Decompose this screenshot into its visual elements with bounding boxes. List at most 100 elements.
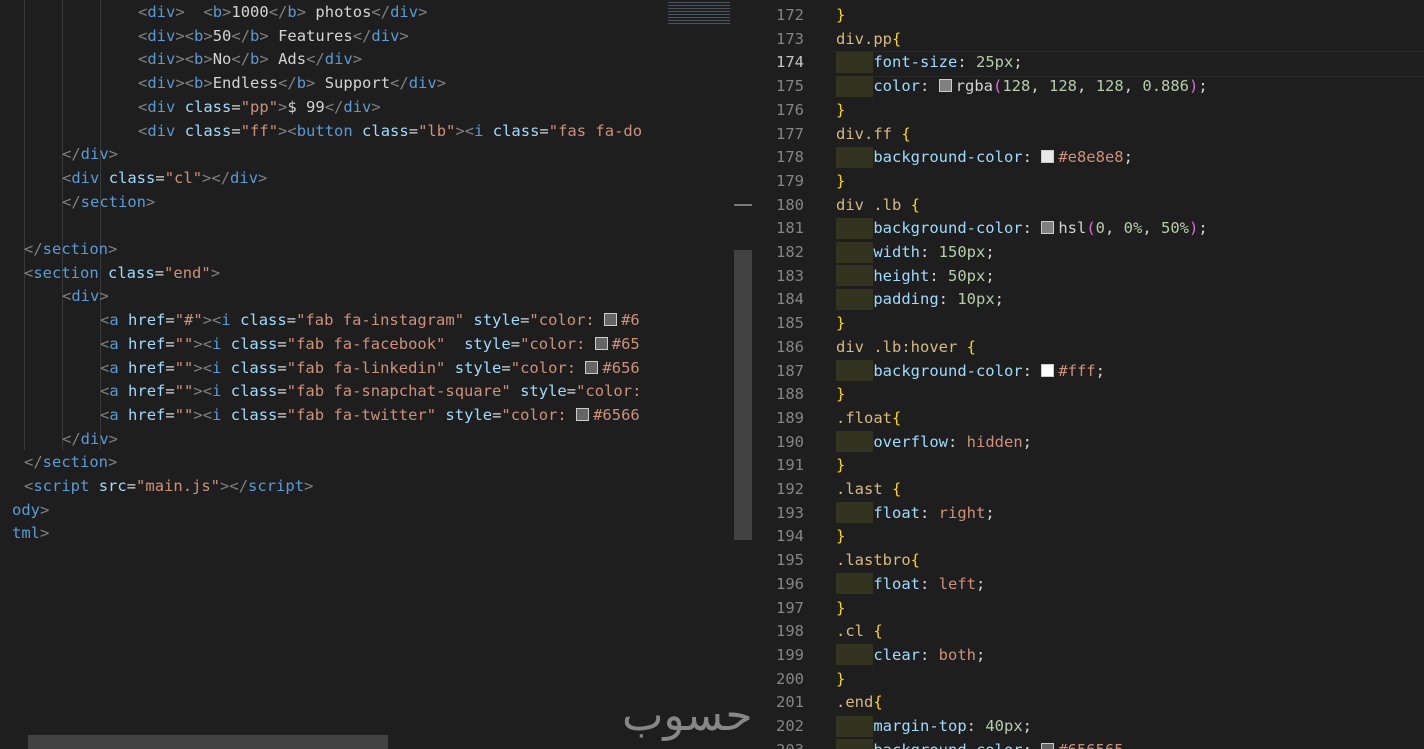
code-token: "" — [174, 405, 194, 424]
code-line[interactable]: float: right; — [836, 501, 995, 525]
code-line[interactable]: clear: both; — [836, 643, 985, 667]
code-line[interactable]: background-color: hsl(0, 0%, 50%); — [836, 216, 1208, 240]
horizontal-scrollbar[interactable] — [28, 735, 388, 749]
code-token: div — [147, 26, 176, 45]
code-token: a — [109, 382, 119, 401]
code-token: ; — [985, 503, 995, 522]
code-token: : — [1023, 741, 1042, 749]
code-token: "main.js" — [136, 477, 221, 495]
code-line[interactable]: } — [836, 667, 845, 691]
code-line[interactable]: .float{ — [836, 406, 901, 430]
code-line[interactable]: height: 50px; — [836, 264, 994, 288]
code-token: div — [147, 97, 176, 116]
code-line[interactable]: background-color: #656565 — [836, 738, 1124, 749]
line-number: 178 — [776, 148, 804, 167]
code-token: >< — [202, 311, 222, 330]
code-token: { — [873, 622, 883, 641]
css-editor-pane[interactable]: 172} 173 div.pp{174 font-size: 25px; 175 co… — [752, 0, 1424, 749]
code-line[interactable]: } — [836, 524, 845, 548]
color-swatch[interactable] — [594, 336, 608, 350]
code-line[interactable]: <div> <b>1000</b> photos</div> — [138, 0, 427, 24]
code-line[interactable]: <div class="ff"><button class="lb"><i cl… — [138, 119, 642, 143]
color-swatch[interactable] — [938, 79, 952, 93]
code-line[interactable]: <div><b>Endless</b> Support</div> — [138, 71, 446, 95]
code-token: No — [212, 50, 232, 69]
code-line[interactable]: div .lb:hover { — [836, 335, 976, 359]
color-swatch[interactable] — [1041, 742, 1055, 749]
code-token: ; — [1198, 219, 1208, 238]
code-token: , — [1105, 219, 1124, 238]
code-line[interactable]: } — [836, 453, 845, 477]
code-line[interactable]: </section> — [62, 190, 155, 214]
color-swatch[interactable] — [576, 407, 590, 421]
code-token: div — [80, 145, 109, 164]
code-line[interactable]: .end{ — [836, 690, 883, 714]
code-token: ) — [1189, 219, 1199, 238]
code-token: < — [138, 121, 148, 140]
code-line[interactable]: } — [836, 98, 845, 122]
code-line[interactable]: <div><b>No</b> Ads</div> — [138, 47, 362, 71]
code-token: "#" — [174, 311, 203, 330]
minimap-content — [668, 2, 730, 24]
code-line[interactable]: <div class="pp">$ 99</div> — [138, 95, 381, 119]
code-line[interactable]: </div> — [62, 427, 118, 451]
code-line[interactable]: <a href=""><i class="fab fa-linkedin" st… — [100, 356, 640, 380]
code-token: > — [306, 74, 316, 93]
code-token: div — [390, 3, 419, 21]
code-line[interactable]: <script src="main.js"></script> — [24, 474, 313, 498]
code-line[interactable]: .cl { — [836, 619, 883, 643]
code-line[interactable]: float: left; — [836, 572, 985, 596]
code-line[interactable]: overflow: hidden; — [836, 430, 1032, 454]
code-line[interactable]: background-color: #e8e8e8; — [836, 145, 1133, 169]
code-line[interactable]: </section> — [24, 450, 117, 474]
code-line[interactable]: .lastbro{ — [836, 548, 920, 572]
code-line[interactable]: ody> — [12, 498, 49, 522]
code-line[interactable]: } — [836, 311, 845, 335]
code-line[interactable]: <div><b>50</b> Features</div> — [138, 24, 409, 48]
color-swatch[interactable] — [604, 313, 618, 327]
code-line[interactable]: </div> — [62, 142, 118, 166]
code-line[interactable]: <a href="#"><i class="fab fa-instagram" … — [100, 308, 640, 332]
code-line[interactable]: margin-top: 40px; — [836, 714, 1032, 738]
code-line[interactable]: padding: 10px; — [836, 287, 1004, 311]
code-line[interactable]: } — [836, 3, 845, 27]
code-line[interactable]: <a href=""><i class="fab fa-twitter" sty… — [100, 403, 640, 427]
code-line[interactable]: font-size: 25px; — [836, 50, 1022, 74]
color-swatch[interactable] — [1041, 221, 1055, 235]
code-line[interactable]: <div class="cl"></div> — [62, 166, 267, 190]
code-token: : — [920, 645, 939, 664]
code-line[interactable]: <div> — [62, 284, 109, 308]
code-line[interactable]: tml> — [12, 521, 49, 545]
code-token: ></ — [202, 168, 231, 187]
line-number: 197 — [776, 598, 804, 617]
code-line[interactable]: div.pp{ — [836, 27, 901, 51]
code-line[interactable]: <a href=""><i class="fab fa-snapchat-squ… — [100, 379, 641, 403]
color-swatch[interactable] — [1041, 150, 1055, 164]
code-line[interactable]: background-color: #fff; — [836, 359, 1105, 383]
code-token: a — [109, 334, 119, 353]
color-swatch[interactable] — [585, 360, 599, 374]
code-line[interactable]: color: rgba(128, 128, 128, 0.886); — [836, 74, 1207, 98]
code-line[interactable]: <section class="end"> — [24, 261, 220, 285]
line-number: 190 — [776, 432, 804, 451]
code-line[interactable]: } — [836, 596, 845, 620]
code-line[interactable]: width: 150px; — [836, 240, 994, 264]
color-swatch[interactable] — [1041, 363, 1055, 377]
vertical-scrollbar[interactable] — [734, 250, 752, 540]
code-line[interactable]: } — [836, 169, 845, 193]
code-line[interactable]: .last { — [836, 477, 901, 501]
code-token: > — [399, 26, 409, 45]
code-token: { — [910, 195, 920, 214]
code-line[interactable]: <a href=""><i class="fab fa-facebook" st… — [100, 332, 640, 356]
code-line[interactable]: } — [836, 382, 845, 406]
html-editor-pane[interactable]: <div> <b>1000</b> photos</div> <div><b>50… — [0, 0, 656, 749]
code-token: { — [901, 124, 911, 143]
code-line[interactable]: div .lb { — [836, 193, 920, 217]
code-token: div — [71, 168, 100, 187]
code-line[interactable]: div.ff { — [836, 122, 911, 146]
code-line[interactable]: </section> — [24, 237, 117, 261]
